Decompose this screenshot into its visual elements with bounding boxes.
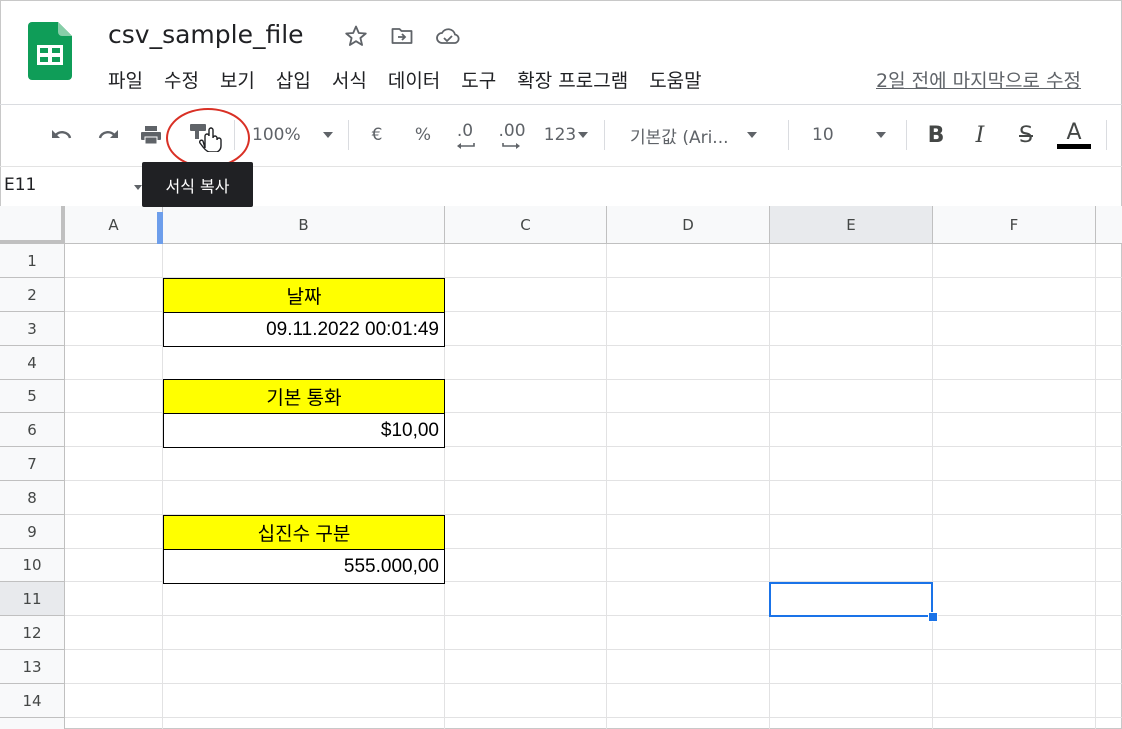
toolbar-divider	[604, 120, 605, 150]
menu-edit[interactable]: 수정	[164, 66, 199, 93]
more-formats-button[interactable]: 123	[540, 120, 592, 150]
column-header-f[interactable]: F	[933, 206, 1096, 244]
menu-bar: 파일 수정 보기 삽입 서식 데이터 도구 확장 프로그램 도움말	[108, 66, 723, 93]
column-header-d[interactable]: D	[607, 206, 770, 244]
row-header-12[interactable]: 12	[0, 616, 65, 650]
menu-format[interactable]: 서식	[332, 66, 367, 93]
selected-cell-e11[interactable]	[769, 582, 933, 617]
gridline	[1095, 244, 1096, 729]
zoom-value: 100%	[252, 125, 301, 145]
move-folder-icon[interactable]	[388, 22, 416, 50]
chevron-down-icon	[746, 132, 757, 138]
select-all-corner[interactable]	[0, 206, 65, 244]
row-header-4[interactable]: 4	[0, 346, 65, 380]
chevron-down-icon	[875, 132, 886, 138]
row-header-1[interactable]: 1	[0, 244, 65, 278]
header-divider	[0, 104, 1122, 105]
menu-view[interactable]: 보기	[220, 66, 255, 93]
fill-handle[interactable]	[928, 612, 938, 622]
menu-file[interactable]: 파일	[108, 66, 143, 93]
gridline	[606, 244, 607, 729]
font-family-value: 기본값 (Ari...	[630, 127, 729, 148]
row-header-10[interactable]: 10	[0, 549, 65, 582]
column-header-g[interactable]	[1096, 206, 1122, 244]
gridline	[932, 244, 933, 729]
row-header-13[interactable]: 13	[0, 650, 65, 684]
chevron-down-icon	[578, 132, 589, 138]
increase-decimal-label: .00	[498, 121, 526, 141]
increase-decimal-button[interactable]: .00	[494, 120, 530, 150]
document-title[interactable]: csv_sample_file	[108, 20, 304, 49]
row-header-2[interactable]: 2	[0, 278, 65, 312]
arrow-right-icon	[502, 143, 520, 149]
cell-b10[interactable]: 555.000,00	[163, 549, 445, 584]
print-icon[interactable]	[136, 120, 166, 150]
menu-data[interactable]: 데이터	[388, 66, 440, 93]
more-formats-label: 123	[543, 125, 577, 145]
cell-b5[interactable]: 기본 통화	[163, 379, 445, 414]
row-header-7[interactable]: 7	[0, 447, 65, 481]
text-color-label: A	[1066, 119, 1082, 145]
gridline	[65, 649, 1122, 650]
toolbar-divider	[1106, 120, 1107, 150]
arrow-left-icon	[457, 143, 475, 149]
gridline	[769, 244, 770, 729]
row-header-3[interactable]: 3	[0, 312, 65, 346]
cell-b3[interactable]: 09.11.2022 00:01:49	[163, 312, 445, 347]
last-edit-link[interactable]: 2일 전에 마지막으로 수정	[876, 66, 1081, 93]
currency-format-button[interactable]: €	[364, 120, 390, 150]
gridline	[65, 683, 1122, 684]
font-size-select[interactable]: 10	[812, 120, 894, 150]
decrease-decimal-label: .0	[456, 121, 474, 141]
row-header-15[interactable]	[0, 718, 65, 729]
cell-b9[interactable]: 십진수 구분	[163, 515, 445, 550]
menu-tools[interactable]: 도구	[461, 66, 496, 93]
toolbar-divider	[906, 120, 907, 150]
sheets-logo-icon[interactable]	[28, 22, 72, 80]
menu-help[interactable]: 도움말	[649, 66, 701, 93]
bold-button[interactable]: B	[922, 120, 950, 150]
chevron-down-icon[interactable]	[134, 185, 142, 190]
font-family-select[interactable]: 기본값 (Ari...	[630, 120, 776, 150]
redo-icon[interactable]	[92, 120, 124, 150]
row-header-8[interactable]: 8	[0, 481, 65, 515]
paint-format-tooltip: 서식 복사	[142, 162, 253, 207]
decrease-decimal-button[interactable]: .0	[448, 120, 482, 150]
column-resize-handle[interactable]	[157, 212, 163, 244]
name-box[interactable]: E11	[4, 175, 36, 195]
menu-extensions[interactable]: 확장 프로그램	[517, 66, 628, 93]
toolbar-divider	[788, 120, 789, 150]
undo-icon[interactable]	[46, 120, 78, 150]
font-size-value: 10	[812, 125, 834, 145]
column-header-a[interactable]: A	[65, 206, 163, 244]
cell-b2[interactable]: 날짜	[163, 278, 445, 313]
gridline	[65, 615, 1122, 616]
toolbar-divider	[348, 120, 349, 150]
row-header-14[interactable]: 14	[0, 684, 65, 718]
cell-b6[interactable]: $10,00	[163, 413, 445, 448]
row-header-9[interactable]: 9	[0, 515, 65, 549]
gridline	[65, 480, 1122, 481]
column-header-c[interactable]: C	[445, 206, 607, 244]
text-color-button[interactable]: A	[1056, 120, 1092, 150]
italic-button[interactable]: I	[966, 120, 994, 150]
text-color-swatch	[1057, 143, 1091, 149]
highlight-ring	[166, 108, 250, 168]
cloud-saved-icon[interactable]	[434, 22, 462, 50]
column-header-e[interactable]: E	[770, 206, 933, 244]
column-header-b[interactable]: B	[163, 206, 445, 244]
zoom-select[interactable]: 100%	[252, 120, 342, 150]
row-header-11[interactable]: 11	[0, 582, 65, 616]
strikethrough-button[interactable]: S	[1012, 120, 1040, 150]
row-header-6[interactable]: 6	[0, 413, 65, 447]
gridline	[65, 717, 1122, 718]
row-header-5[interactable]: 5	[0, 380, 65, 413]
menu-insert[interactable]: 삽입	[276, 66, 311, 93]
percent-format-button[interactable]: %	[410, 120, 436, 150]
star-icon[interactable]	[342, 22, 370, 50]
chevron-down-icon	[322, 132, 333, 138]
